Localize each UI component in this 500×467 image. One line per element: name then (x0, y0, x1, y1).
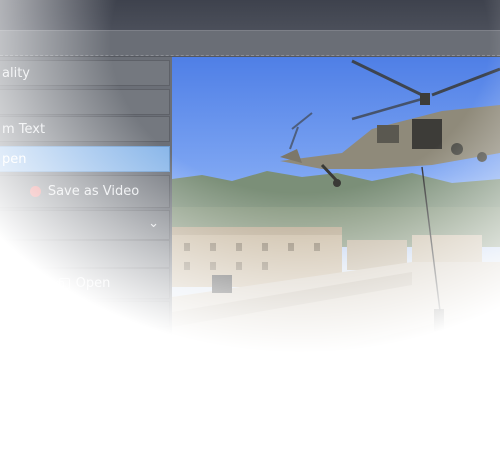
video-preview[interactable] (172, 57, 500, 397)
save-as-video-button[interactable]: Save as Video (0, 175, 170, 208)
helicopter (280, 59, 500, 187)
chevron-down-icon: ⌄ (148, 216, 159, 231)
custom-text-label: m Text (2, 121, 46, 137)
open-button[interactable]: Open (0, 268, 170, 299)
toolbar (0, 30, 500, 57)
window-titlebar (0, 0, 500, 30)
quality-label: ality (2, 65, 30, 81)
empty-row-2 (0, 301, 170, 327)
open-button-label: Open (75, 276, 111, 291)
rooftop-figure (212, 275, 232, 293)
save-as-video-label: Save as Video (47, 184, 140, 199)
copy-icon (55, 278, 70, 289)
open-option-label: pen (2, 151, 27, 167)
empty-row (0, 240, 170, 268)
quality-row[interactable]: ality (0, 60, 170, 86)
open-option-row[interactable]: pen (0, 146, 170, 172)
format-dropdown[interactable]: ⌄ (0, 210, 170, 240)
custom-text-row[interactable]: m Text (0, 116, 170, 142)
helicopter-scene-image (172, 59, 500, 397)
record-icon (29, 186, 41, 197)
settings-sidebar: ality m Text pen Save as Video ⌄ Open (0, 57, 172, 467)
empty-setting-row[interactable] (0, 89, 170, 115)
toolbar-divider (0, 55, 500, 56)
